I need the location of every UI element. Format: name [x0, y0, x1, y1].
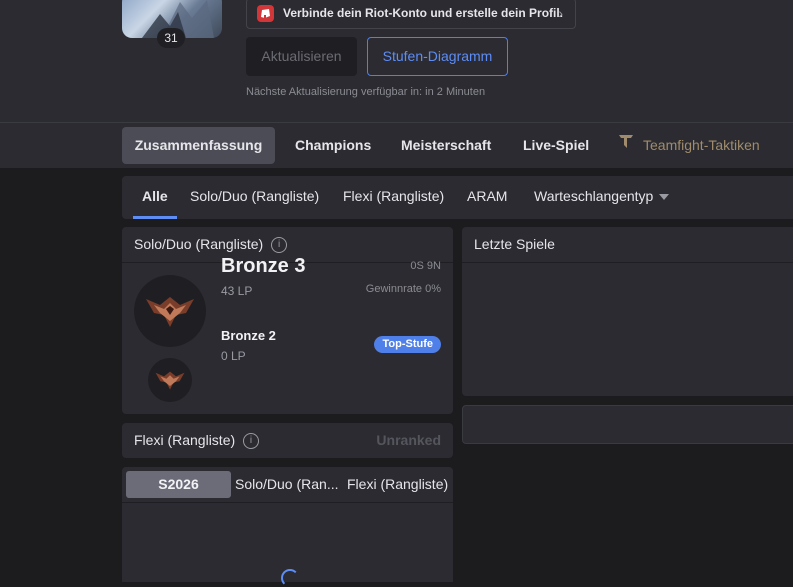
tab-teamfight-tactics[interactable]: Teamfight-Taktiken [617, 127, 760, 164]
tab-champions[interactable]: Champions [295, 127, 371, 164]
bronze-emblem-icon [134, 275, 206, 347]
tft-logo-icon [617, 127, 635, 164]
level-badge: 31 [157, 28, 185, 48]
loading-spinner-icon [281, 569, 299, 587]
chevron-right-icon: › [558, 5, 563, 21]
update-button[interactable]: Aktualisieren [246, 37, 357, 76]
recent-games-header: Letzte Spiele [462, 227, 793, 263]
tab-live-game[interactable]: Live-Spiel [523, 127, 589, 164]
tab-tft-label: Teamfight-Taktiken [643, 137, 760, 153]
tab-mastery[interactable]: Meisterschaft [401, 127, 491, 164]
solo-ranked-panel: Solo/Duo (Rangliste) i Bronze 3 43 LP 0S… [122, 227, 453, 414]
riot-logo-icon [257, 5, 274, 22]
queue-filter-bar: Alle Solo/Duo (Rangliste) Flexi (Ranglis… [122, 176, 793, 219]
recent-games-title: Letzte Spiele [474, 236, 555, 252]
recent-games-secondary-panel [462, 405, 793, 444]
profile-header: 31 Verbinde dein Riot-Konto und erstelle… [0, 0, 793, 122]
info-icon[interactable]: i [243, 433, 260, 450]
current-tier: Bronze 3 [221, 255, 306, 277]
chevron-down-icon [659, 194, 670, 201]
flex-panel-title: Flexi (Rangliste) [134, 432, 236, 448]
flex-panel-header: Flexi (Rangliste) i Unranked [122, 423, 453, 458]
riot-banner-text: Verbinde dein Riot-Konto und erstelle de… [283, 6, 564, 20]
queue-tab-aram[interactable]: ARAM [467, 176, 507, 219]
queue-tab-flex[interactable]: Flexi (Rangliste) [343, 176, 444, 219]
solo-panel-title: Solo/Duo (Rangliste) [134, 236, 264, 252]
current-lp: 43 LP [221, 284, 253, 298]
top-tier-badge: Top-Stufe [374, 336, 441, 353]
peak-tier: Bronze 2 [221, 328, 276, 343]
season-tab-s2026[interactable]: S2026 [126, 471, 231, 498]
queue-tab-solo[interactable]: Solo/Duo (Rangliste) [190, 176, 319, 219]
win-loss-record: 0S 9N [410, 260, 441, 272]
peak-lp: 0 LP [221, 349, 246, 363]
peak-bronze-emblem-icon [148, 358, 192, 402]
next-update-text: Nächste Aktualisierung verfügbar in: in … [246, 86, 486, 98]
recent-games-panel: Letzte Spiele [462, 227, 793, 396]
queue-type-dropdown[interactable]: Warteschlangentyp [534, 176, 670, 219]
season-tabs: S2026 Solo/Duo (Ran... Flexi (Rangliste) [122, 467, 453, 503]
main-nav: Zusammenfassung Champions Meisterschaft … [0, 123, 793, 168]
flex-ranked-panel: Flexi (Rangliste) i Unranked [122, 423, 453, 458]
win-rate: Gewinnrate 0% [365, 283, 441, 295]
queue-tab-all[interactable]: Alle [133, 176, 177, 219]
info-icon[interactable]: i [271, 237, 288, 254]
season-stats-panel: S2026 Solo/Duo (Ran... Flexi (Rangliste) [122, 467, 453, 587]
flex-status: Unranked [376, 432, 441, 448]
season-tab-flex[interactable]: Flexi (Rangliste) [347, 467, 448, 502]
tab-summary[interactable]: Zusammenfassung [122, 127, 275, 164]
queue-type-label: Warteschlangentyp [534, 188, 654, 204]
riot-connect-banner[interactable]: Verbinde dein Riot-Konto und erstelle de… [246, 0, 576, 29]
tier-graph-button[interactable]: Stufen-Diagramm [367, 37, 508, 76]
season-tab-solo[interactable]: Solo/Duo (Ran... [235, 467, 339, 502]
